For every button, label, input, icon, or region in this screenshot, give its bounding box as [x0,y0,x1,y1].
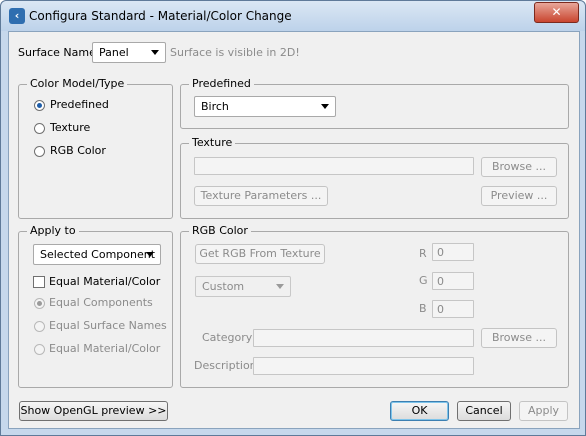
predefined-material-value: Birch [201,100,229,113]
rgb-color-radio-label[interactable]: RGB Color [50,144,106,157]
apply-to-legend: Apply to [27,224,79,238]
rgb-color-legend: RGB Color [189,224,251,238]
texture-radio-label[interactable]: Texture [50,121,90,134]
g-value: 0 [437,275,444,288]
cancel-button[interactable]: Cancel [457,401,511,421]
apply-button[interactable]: Apply [519,401,568,421]
g-value-field[interactable]: 0 [432,272,474,290]
b-label: B [419,302,427,315]
r-value: 0 [437,246,444,259]
chevron-down-icon [276,284,284,289]
b-value: 0 [437,303,444,316]
equal-surface-names-label[interactable]: Equal Surface Names [49,319,167,332]
ok-button[interactable]: OK [390,401,449,421]
rgb-color-group: RGB Color Get RGB From Texture Custom R … [180,224,569,388]
texture-path-field[interactable] [194,157,474,175]
texture-parameters-button[interactable]: Texture Parameters ... [194,186,328,206]
equal-material-color-radio[interactable] [34,344,45,355]
apply-to-value: Selected Component [40,248,156,261]
surface-name-value: Panel [99,46,129,59]
predefined-radio[interactable] [34,100,45,111]
category-field[interactable] [253,329,474,347]
texture-legend: Texture [189,136,236,150]
surface-name-label: Surface Name [18,46,96,59]
equal-components-label[interactable]: Equal Components [49,296,153,309]
rgb-color-radio[interactable] [34,146,45,157]
dialog-body: Surface Name Panel Surface is visible in… [8,31,580,429]
chevron-down-icon [146,252,154,257]
predefined-legend: Predefined [189,77,254,91]
category-browse-button[interactable]: Browse ... [481,328,557,348]
dialog-window: ‹ Configura Standard - Material/Color Ch… [0,0,586,436]
texture-browse-button[interactable]: Browse ... [481,157,557,177]
equal-material-checkbox[interactable] [33,276,45,288]
color-model-legend: Color Model/Type [27,77,128,91]
predefined-group: Predefined Birch [180,77,569,129]
g-label: G [419,274,428,287]
texture-preview-button[interactable]: Preview ... [481,186,557,206]
equal-components-radio[interactable] [34,298,45,309]
configura-app-icon: ‹ [9,8,25,24]
apply-to-group: Apply to Selected Component Equal Materi… [18,224,173,388]
surface-hint: Surface is visible in 2D! [170,46,300,59]
b-value-field[interactable]: 0 [432,300,474,318]
chevron-down-icon [321,104,329,109]
equal-material-color-label[interactable]: Equal Material/Color [49,342,160,355]
category-label: Category [202,331,253,344]
r-value-field[interactable]: 0 [432,243,474,261]
equal-surface-names-radio[interactable] [34,321,45,332]
rgb-mode-value: Custom [202,280,245,293]
texture-radio[interactable] [34,123,45,134]
surface-name-select[interactable]: Panel [92,42,166,63]
description-field[interactable] [253,357,474,375]
color-model-group: Color Model/Type Predefined Texture RGB … [18,77,173,219]
texture-group: Texture Browse ... Texture Parameters ..… [180,136,569,219]
description-label: Description [194,359,257,372]
show-opengl-preview-button[interactable]: Show OpenGL preview >> [19,401,168,421]
r-label: R [419,247,427,260]
window-title: Configura Standard - Material/Color Chan… [29,9,292,23]
get-rgb-from-texture-button[interactable]: Get RGB From Texture [195,244,325,264]
equal-material-checkbox-label[interactable]: Equal Material/Color [49,275,160,288]
chevron-down-icon [151,50,159,55]
predefined-radio-label[interactable]: Predefined [50,98,109,111]
predefined-material-select[interactable]: Birch [194,96,336,117]
close-icon: ✕ [551,5,562,19]
apply-to-select[interactable]: Selected Component [33,244,161,265]
title-bar[interactable]: ‹ Configura Standard - Material/Color Ch… [1,1,585,31]
rgb-mode-select[interactable]: Custom [195,276,291,297]
close-button[interactable]: ✕ [534,2,579,23]
